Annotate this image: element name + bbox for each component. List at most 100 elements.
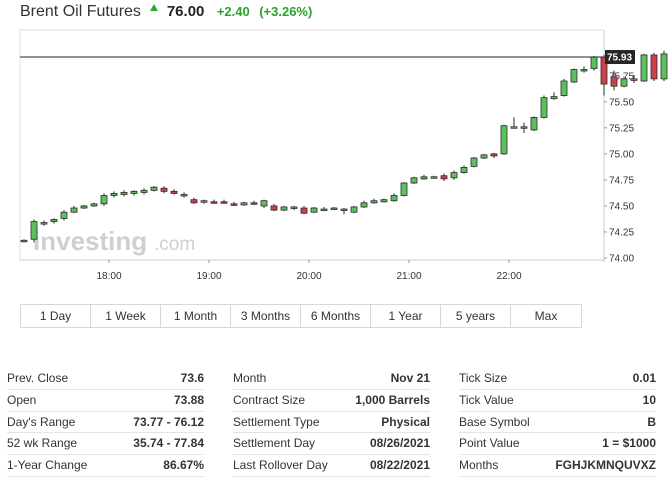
range-button-1-day[interactable]: 1 Day [21, 305, 91, 327]
range-button-max[interactable]: Max [511, 305, 581, 327]
y-tick-label: 74.00 [609, 254, 634, 265]
candle-body-up [290, 206, 298, 209]
candle-body-down [650, 54, 658, 80]
y-tick-label: 74.75 [609, 175, 634, 186]
candle-body-up [480, 154, 488, 159]
candle-body-up [90, 203, 98, 207]
range-button-5-years[interactable]: 5 years [441, 305, 511, 327]
candle [420, 174, 428, 180]
x-axis: 18:00 19:00 20:00 21:00 22:00 [96, 260, 522, 282]
candle [430, 175, 438, 179]
stat-label: Open [7, 392, 37, 407]
candle-body-up [180, 194, 188, 197]
stat-label: Contract Size [233, 392, 306, 407]
candle-body-up [280, 206, 288, 211]
candle [240, 201, 248, 206]
candle [120, 190, 128, 197]
x-tick-label: 22:00 [496, 271, 521, 282]
candle-body-up [400, 182, 408, 196]
candle [440, 173, 448, 181]
candle [510, 117, 518, 129]
stat-row: Base Symbol B [459, 412, 656, 434]
candle [100, 193, 108, 206]
x-tick-label: 19:00 [196, 271, 221, 282]
candle [350, 205, 358, 214]
candle [220, 199, 228, 204]
range-button-1-month[interactable]: 1 Month [161, 305, 231, 327]
range-button-3-months[interactable]: 3 Months [231, 305, 301, 327]
stat-value: 08/26/2021 [369, 436, 430, 451]
candle [370, 198, 378, 204]
stat-row: 1-Year Change 86.67% [7, 455, 204, 477]
watermark-suffix: .com [154, 234, 195, 255]
candle-body-up [380, 199, 388, 203]
last-price-tag-label: 75.93 [607, 53, 632, 64]
stats-column-1: Prev. Close 73.6 Open 73.88 Day's Range 73.77… [7, 368, 204, 477]
candle-body-down [170, 190, 178, 194]
candle-body-up [410, 177, 418, 184]
candle [80, 204, 88, 210]
candle-body-down [190, 199, 198, 204]
candle [340, 208, 348, 215]
candle [270, 203, 278, 212]
stat-value: 10 [642, 392, 656, 407]
candle-body-up [330, 207, 338, 210]
candle [20, 239, 28, 243]
candle-body-up [70, 207, 78, 213]
range-button-1-year[interactable]: 1 Year [371, 305, 441, 327]
stat-label: Months [459, 458, 499, 473]
x-tick-label: 20:00 [296, 271, 321, 282]
candle [190, 197, 198, 204]
candle-body-up [560, 80, 568, 96]
candle-body-up [150, 186, 158, 191]
x-tick-label: 18:00 [96, 271, 121, 282]
stat-row: Day's Range 73.77 - 76.12 [7, 412, 204, 434]
stat-value: 1 = $1000 [602, 436, 656, 451]
price-chart[interactable]: investing .com 75.7575.5075.2575.0074.75… [0, 0, 668, 300]
stat-row: Month Nov 21 [233, 368, 430, 390]
candle [410, 176, 418, 185]
y-tick-label: 75.50 [609, 97, 634, 108]
candle-body-up [460, 167, 468, 174]
candle-body-up [530, 117, 538, 131]
candle-body-up [540, 97, 548, 118]
candle [530, 116, 538, 131]
candle-body-up [500, 125, 508, 155]
stat-label: Month [233, 371, 267, 385]
range-button-6-months[interactable]: 6 Months [301, 305, 371, 327]
time-range-selector: 1 Day 1 Week 1 Month 3 Months 6 Months 1 Year… [20, 304, 582, 328]
candle-body-down [160, 187, 168, 192]
candle-body-up [520, 126, 528, 129]
stat-value: Physical [381, 414, 430, 429]
candle-body-up [320, 208, 328, 211]
range-button-1-week[interactable]: 1 Week [91, 305, 161, 327]
candle-body-down [220, 201, 228, 204]
last-price-marker: 75.93 [20, 50, 635, 65]
stat-value: 73.77 - 76.12 [133, 414, 204, 429]
stat-label: Point Value [459, 436, 520, 451]
candle-body-down [250, 202, 258, 205]
candle-body-up [340, 208, 348, 211]
stat-value: 73.6 [180, 371, 204, 385]
candle-body-up [130, 190, 138, 194]
candle-body-up [590, 56, 598, 69]
candle-body-up [140, 189, 148, 193]
stat-value: 86.67% [163, 458, 204, 473]
stat-row: Contract Size 1,000 Barrels [233, 390, 430, 412]
candle [110, 191, 118, 198]
candle-body-down [210, 201, 218, 204]
candle-body-down [230, 203, 238, 206]
stat-label: Base Symbol [459, 414, 530, 429]
stats-column-2: Month Nov 21 Contract Size 1,000 Barrels Set… [233, 368, 430, 477]
stat-row: Last Rollover Day 08/22/2021 [233, 455, 430, 477]
stat-row: Point Value 1 = $1000 [459, 433, 656, 456]
candle-body-up [570, 69, 578, 83]
candle [400, 181, 408, 197]
candle [130, 190, 138, 196]
stat-row: Tick Size 0.01 [459, 368, 656, 390]
candle [360, 200, 368, 209]
candle-body-down [440, 175, 448, 180]
watermark-brand: investing [33, 226, 147, 256]
stat-row: Tick Value 10 [459, 390, 656, 412]
candle-body-up [370, 200, 378, 204]
